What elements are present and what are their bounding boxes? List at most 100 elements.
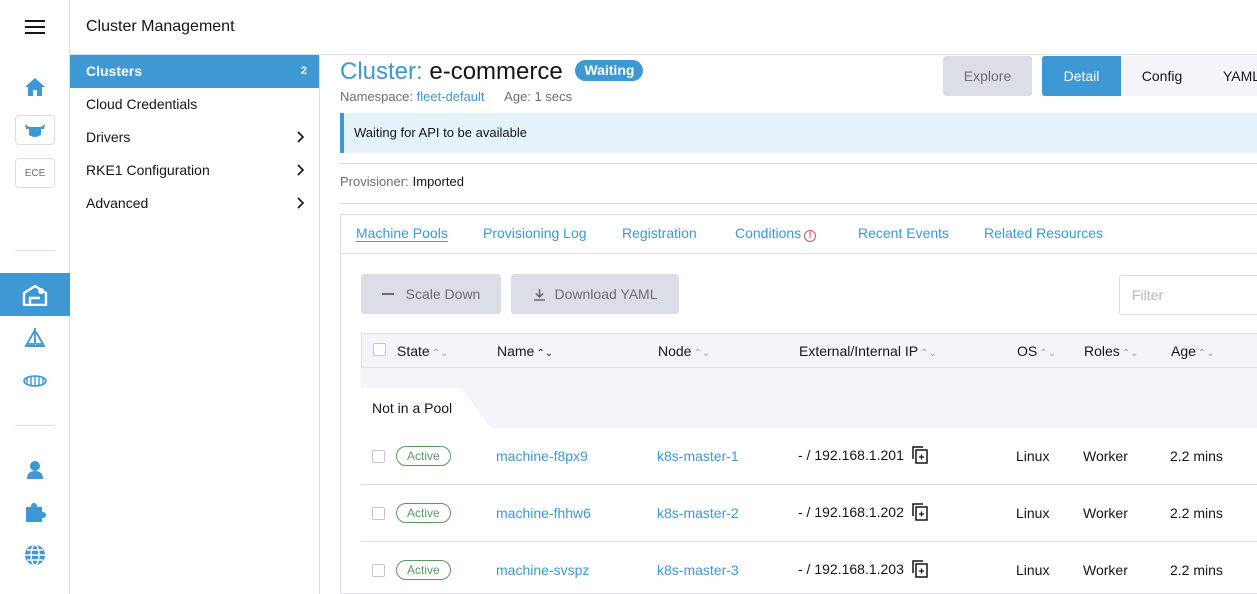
sidebar-item-label: Cloud Credentials [86,96,198,112]
group-row: Not in a Pool [361,368,1257,428]
column-header-roles[interactable]: Roles ⌃⌄ [1084,343,1139,359]
tab-machine-pools[interactable]: Machine Pools [356,225,448,241]
ece-label: ECE [15,158,55,188]
sidebar-item-label: Advanced [86,195,149,211]
user-icon[interactable] [0,458,70,482]
column-header-name[interactable]: Name ⌃⌄ [497,343,553,359]
divider [340,163,1257,164]
side-nav: Clusters 2 Cloud Credentials Drivers RKE… [70,55,320,594]
ip-cell: - / 192.168.1.202 [798,503,928,524]
roles-cell: Worker [1083,505,1128,521]
sailboat-icon[interactable] [0,325,70,351]
copy-icon[interactable] [912,503,928,524]
cluster-name: e-commerce [429,58,563,85]
home-icon[interactable] [0,72,70,102]
machine-name-link[interactable]: machine-svspz [496,562,589,578]
tab-recent-events[interactable]: Recent Events [858,225,949,241]
machine-name-link[interactable]: machine-f8px9 [496,448,588,464]
ip-cell: - / 192.168.1.203 [798,560,928,581]
clusters-count-badge: 2 [300,65,307,77]
group-label: Not in a Pool [361,388,461,428]
cluster-management-icon[interactable] [0,273,70,316]
column-header-os[interactable]: OS ⌃⌄ [1017,343,1056,359]
os-cell: Linux [1016,448,1050,464]
status-badge: Active [396,446,451,466]
column-header-state[interactable]: State ⌃⌄ [397,343,448,359]
yaml-view-button[interactable]: YAML [1203,56,1257,96]
roles-cell: Worker [1083,448,1128,464]
table-row[interactable]: Active machine-fhhw6 k8s-master-2 - / 19… [361,485,1257,542]
table-row[interactable]: Active machine-svspz k8s-master-3 - / 19… [361,542,1257,594]
node-link[interactable]: k8s-master-3 [657,562,739,578]
tab-conditions[interactable]: Conditions! [735,225,817,242]
download-yaml-button[interactable]: Download YAML [511,274,679,314]
download-icon [533,288,546,301]
row-checkbox[interactable] [372,450,385,463]
age-value: 1 secs [534,89,573,104]
namespace-label: Namespace: [340,89,413,104]
top-header: Cluster Management [70,0,1257,55]
sidebar-item-label: RKE1 Configuration [86,162,210,178]
provisioner-value: Imported [412,174,464,189]
filter-input[interactable]: Filter [1119,275,1257,315]
mesh-icon[interactable] [0,370,70,392]
info-banner: Waiting for API to be available [340,113,1257,153]
sort-icon: ⌃⌄ [536,348,554,359]
copy-icon[interactable] [912,560,928,581]
sidebar-item-rke1-configuration[interactable]: RKE1 Configuration [70,154,319,187]
node-link[interactable]: k8s-master-2 [657,505,739,521]
config-view-button[interactable]: Config [1121,56,1203,96]
tab-registration[interactable]: Registration [622,225,697,241]
age-label: Age: [504,89,531,104]
column-header-age[interactable]: Age ⌃⌄ [1171,343,1215,359]
cluster-ece-icon[interactable]: ECE [0,157,70,189]
view-mode-toggle: Detail Config YAML [1042,56,1257,96]
tab-conditions-label: Conditions [735,225,802,241]
status-badge: Active [396,560,451,580]
rail-divider [15,250,55,251]
roles-cell: Worker [1083,562,1128,578]
tab-provisioning-log[interactable]: Provisioning Log [483,225,587,241]
select-all-checkbox[interactable] [373,343,386,356]
puzzle-extensions-icon[interactable] [0,500,70,524]
row-checkbox[interactable] [372,507,385,520]
status-badge: Waiting [575,60,644,81]
row-checkbox[interactable] [372,564,385,577]
sort-icon: ⌃⌄ [1197,348,1215,359]
sidebar-item-clusters[interactable]: Clusters 2 [70,55,319,88]
node-link[interactable]: k8s-master-1 [657,448,739,464]
sort-icon: ⌃⌄ [920,348,937,359]
scale-down-button[interactable]: Scale Down [361,274,501,314]
tab-related-resources[interactable]: Related Resources [984,225,1103,241]
ip-cell: - / 192.168.1.201 [798,446,928,467]
rail-divider [15,425,55,426]
sort-icon: ⌃⌄ [693,348,711,359]
scale-down-label: Scale Down [405,286,481,302]
explore-button[interactable]: Explore [943,56,1032,96]
group-tab-slope [461,388,491,428]
cluster-meta: Namespace: fleet-default Age: 1 secs [340,89,572,104]
machine-name-link[interactable]: machine-fhhw6 [496,505,591,521]
cluster-cow-icon[interactable] [0,114,70,146]
page-title: Cluster Management [86,18,235,35]
copy-icon[interactable] [912,446,928,467]
provisioner-label: Provisioner: [340,174,409,189]
detail-view-button[interactable]: Detail [1042,56,1121,96]
table-row[interactable]: Active machine-f8px9 k8s-master-1 - / 19… [361,428,1257,485]
sidebar-item-advanced[interactable]: Advanced [70,187,319,220]
provisioner-info: Provisioner: Imported [340,174,464,189]
sidebar-item-drivers[interactable]: Drivers [70,121,319,154]
age-cell: 2.2 mins [1170,505,1223,521]
resource-kind-label: Cluster: [340,58,423,85]
tab-bar: Machine Pools Provisioning Log Registrat… [341,215,1257,254]
sidebar-item-label: Clusters [86,63,143,79]
minus-icon [381,293,394,295]
globe-icon[interactable] [0,543,70,567]
namespace-link[interactable]: fleet-default [417,89,485,104]
chevron-right-icon [297,154,305,187]
age-cell: 2.2 mins [1170,562,1223,578]
column-header-node[interactable]: Node ⌃⌄ [658,343,710,359]
column-header-ip[interactable]: External/Internal IP ⌃⌄ [799,343,937,359]
hamburger-menu-icon[interactable] [0,12,70,42]
sidebar-item-cloud-credentials[interactable]: Cloud Credentials [70,88,319,121]
